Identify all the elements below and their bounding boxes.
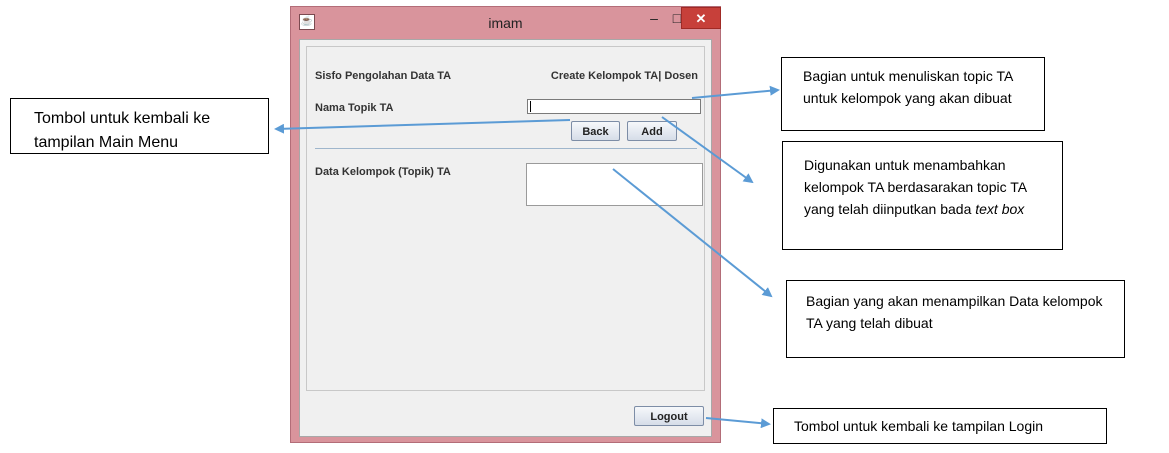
back-arrow [274, 119, 571, 134]
topic-arrow [691, 85, 780, 99]
annotation-arrows [274, 85, 780, 429]
data-arrow [612, 168, 773, 298]
add-arrow [661, 116, 754, 184]
logout-arrow [705, 417, 771, 429]
